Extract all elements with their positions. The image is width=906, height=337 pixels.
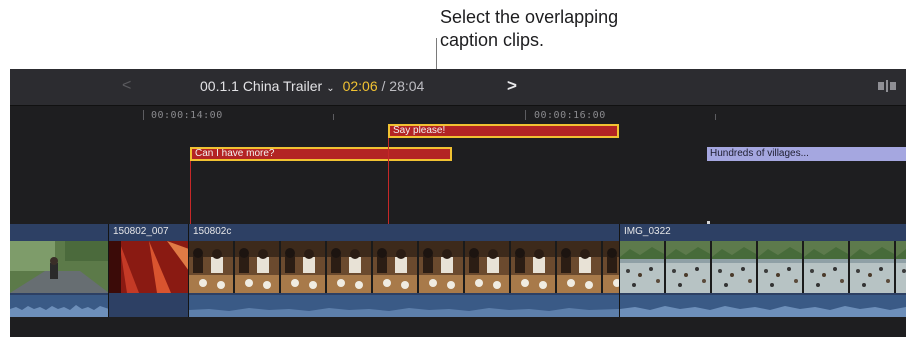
- snapping-icon[interactable]: [878, 80, 896, 92]
- back-arrow-icon[interactable]: <: [122, 77, 131, 95]
- caption-connection-line: [190, 161, 191, 224]
- video-clip[interactable]: IMG_0322: [620, 224, 906, 317]
- video-clip[interactable]: [10, 224, 109, 317]
- chevron-down-icon: ⌄: [326, 83, 335, 94]
- timecode-separator: /: [377, 78, 390, 94]
- caption-clip-say-please[interactable]: Say please!: [388, 124, 619, 138]
- timeline-toolbar: < 00.1.1 China Trailer ⌄ 02:06 / 28:04 >: [10, 69, 906, 106]
- ruler-timecode: 00:00:14:00: [151, 110, 223, 121]
- ruler-timecode: 00:00:16:00: [534, 110, 606, 121]
- current-timecode: 02:06: [342, 78, 378, 94]
- callout-line-1: Select the overlapping: [440, 7, 619, 27]
- audio-waveform: [189, 295, 619, 317]
- callout-line-2: caption clips.: [440, 30, 545, 50]
- clip-label: IMG_0322: [624, 226, 671, 237]
- clip-filmstrip: [109, 241, 188, 293]
- project-name: 00.1.1 China Trailer: [200, 78, 323, 94]
- clip-label: 150802_007: [113, 226, 169, 237]
- forward-arrow-icon[interactable]: >: [507, 76, 517, 96]
- caption-clip-can-i-have-more[interactable]: Can I have more?: [190, 147, 452, 161]
- audio-waveform: [620, 295, 906, 317]
- audio-waveform: [10, 295, 108, 317]
- ruler-tick: [715, 114, 716, 120]
- clip-filmstrip: [189, 241, 619, 293]
- clip-filmstrip: [10, 241, 108, 293]
- total-duration: 28:04: [389, 78, 425, 94]
- caption-connection-line: [388, 138, 389, 224]
- clip-label: 150802c: [193, 226, 232, 237]
- clip-filmstrip: [620, 241, 906, 293]
- ruler-tick: [525, 110, 526, 120]
- timeline-ruler[interactable]: 00:00:14:00 00:00:16:00: [10, 106, 906, 124]
- video-clip[interactable]: 150802c: [189, 224, 620, 317]
- ruler-tick: [333, 114, 334, 120]
- timeline-window: < 00.1.1 China Trailer ⌄ 02:06 / 28:04 > 0…: [10, 69, 906, 337]
- video-clip[interactable]: 150802_007: [109, 224, 189, 317]
- ruler-tick: [143, 110, 144, 120]
- callout-text: Select the overlapping caption clips.: [440, 6, 700, 52]
- caption-clip-hundreds-of-villages[interactable]: Hundreds of villages...: [707, 147, 906, 161]
- primary-storyline: 150802_007 150802c IMG_0322: [10, 224, 906, 317]
- project-selector[interactable]: 00.1.1 China Trailer ⌄ 02:06 / 28:04: [200, 78, 424, 94]
